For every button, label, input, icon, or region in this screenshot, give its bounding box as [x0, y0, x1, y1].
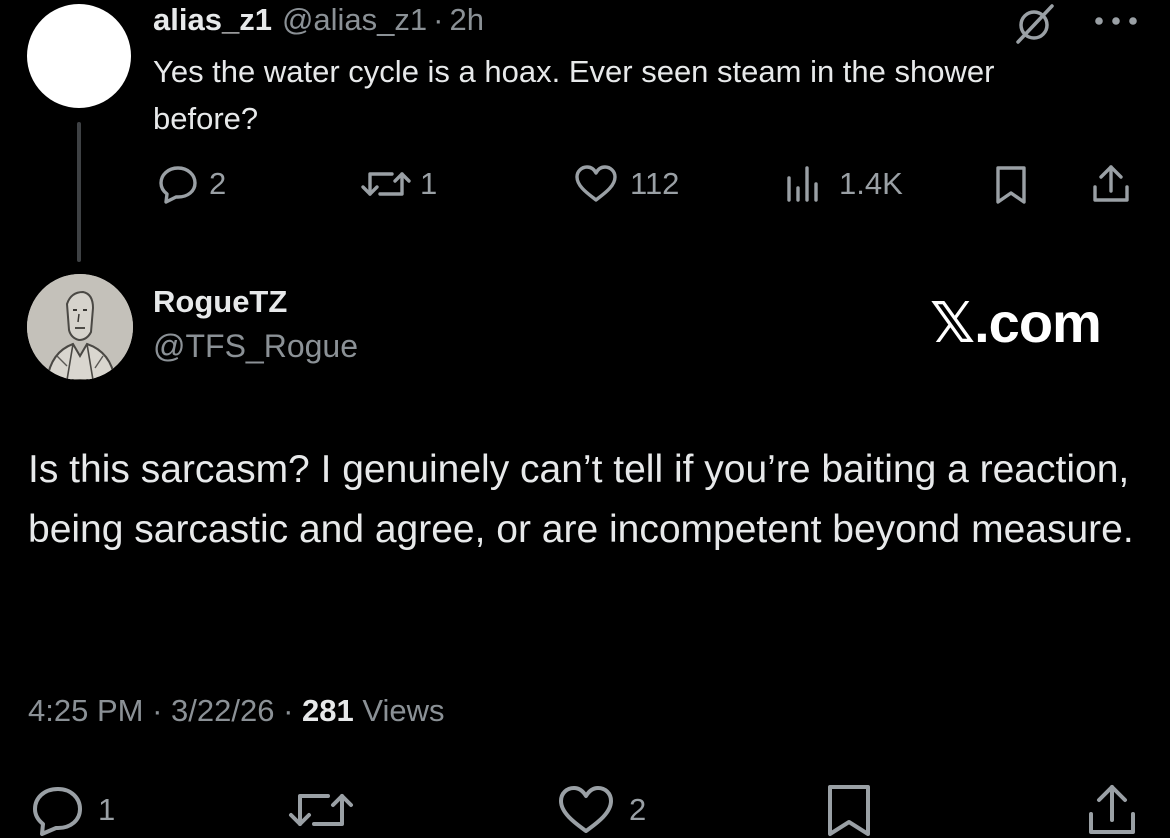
reply-icon [33, 787, 82, 836]
share-icon [1093, 165, 1129, 202]
reply-views-label: Views [362, 693, 445, 728]
reply-reply-button[interactable]: 1 [30, 784, 115, 836]
reply-time[interactable]: 4:25 PM [28, 693, 143, 728]
more-options-icon[interactable] [1092, 14, 1140, 28]
parent-repost-count: 1 [420, 166, 438, 201]
parent-reply-count: 2 [209, 166, 227, 201]
reply-display-name[interactable]: RogueTZ [153, 284, 287, 320]
reply-reply-count: 1 [98, 792, 116, 827]
repost-icon [289, 794, 353, 826]
reply-repost-button[interactable] [286, 784, 356, 836]
reply-avatar[interactable] [27, 274, 133, 380]
parent-views-count: 1.4K [839, 166, 903, 201]
like-icon [575, 165, 617, 202]
meta-separator: · [283, 693, 294, 728]
parent-repost-button[interactable]: 1 [360, 164, 437, 204]
reply-date[interactable]: 3/22/26 [171, 693, 274, 728]
parent-tweet-header: alias_z1 @alias_z1 · 2h [153, 0, 484, 40]
grok-icon[interactable] [1012, 2, 1058, 46]
parent-reply-button[interactable]: 2 [157, 164, 226, 204]
reply-handle[interactable]: @TFS_Rogue [153, 328, 358, 365]
reply-meta-line: 4:25 PM · 3/22/26 · 281 Views [28, 693, 445, 729]
parent-bookmark-button[interactable] [993, 164, 1029, 206]
x-com-watermark: 𝕏.com [930, 291, 1102, 354]
repost-icon [361, 172, 411, 196]
parent-views-button[interactable]: 1.4K [785, 164, 903, 204]
parent-timestamp[interactable]: 2h [449, 2, 483, 38]
reply-tweet-text: Is this sarcasm? I genuinely can’t tell … [28, 448, 1134, 551]
bookmark-icon [996, 166, 1026, 204]
parent-display-name[interactable]: alias_z1 [153, 2, 272, 38]
thread-connector-line [77, 122, 81, 262]
parent-tweet-text: Yes the water cycle is a hoax. Ever seen… [153, 54, 995, 136]
parent-avatar[interactable] [27, 4, 131, 108]
parent-like-count: 112 [630, 166, 680, 201]
like-icon [559, 786, 613, 833]
reply-like-count: 2 [629, 792, 647, 827]
parent-handle[interactable]: @alias_z1 [282, 2, 427, 38]
views-icon [787, 166, 818, 202]
parent-share-button[interactable] [1090, 163, 1132, 205]
meta-separator: · [152, 693, 163, 728]
header-separator: · [433, 2, 444, 37]
reply-views-count: 281 [302, 693, 354, 728]
parent-like-button[interactable]: 112 [572, 164, 679, 204]
reply-like-button[interactable]: 2 [555, 784, 646, 836]
reply-icon [159, 166, 197, 204]
